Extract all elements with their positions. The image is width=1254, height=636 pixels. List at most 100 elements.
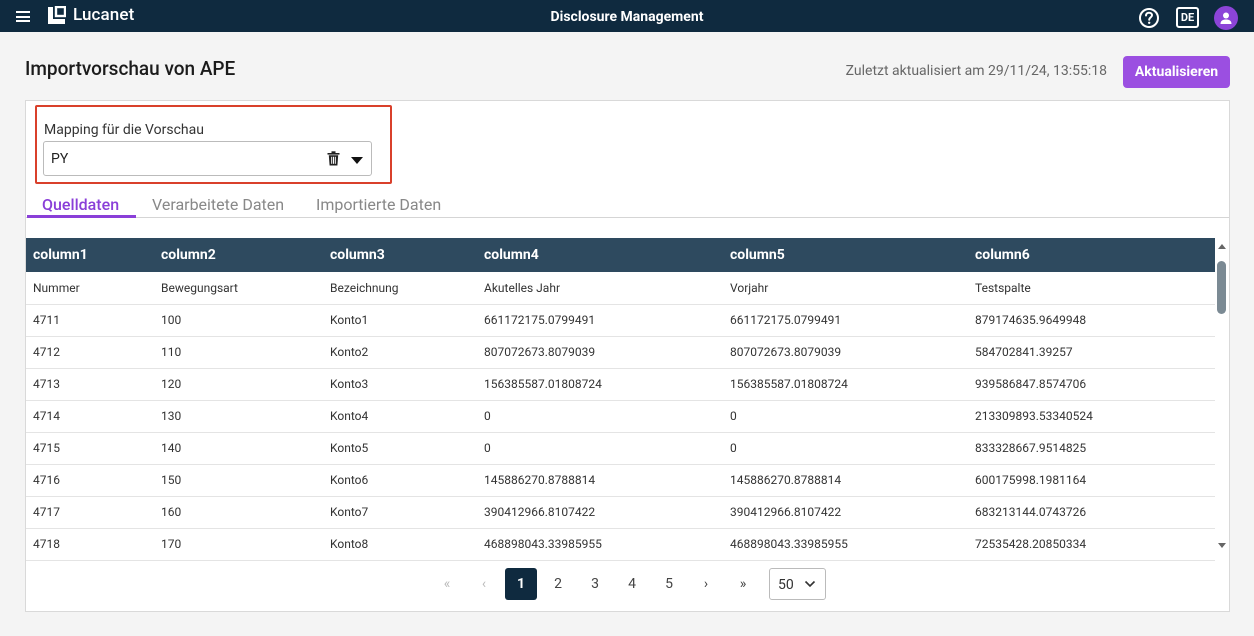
table-cell: Konto1 <box>323 304 477 337</box>
table-row[interactable]: 4717 160 Konto7 390412966.8107422 390412966.… <box>26 496 1215 529</box>
last-updated-text: Zuletzt aktualisiert am 29/11/24, 13:55:… <box>845 63 1107 79</box>
table-cell: 0 <box>723 400 968 433</box>
table-row[interactable]: 4711 100 Konto1 661172175.0799491 661172175.… <box>26 304 1215 337</box>
table-row[interactable]: 4713 120 Konto3 156385587.01808724 156385587… <box>26 368 1215 401</box>
table-cell: 145886270.8788814 <box>723 464 968 497</box>
table-cell: 72535428.20850334 <box>968 528 1215 561</box>
table-row[interactable]: 4718 170 Konto8 468898043.33985955 468898043… <box>26 528 1215 561</box>
mapping-value: PY <box>51 151 69 167</box>
table-cell: 4714 <box>26 400 154 433</box>
tab-verarbeitete-daten[interactable]: Verarbeitete Daten <box>152 195 284 214</box>
table-cell: Testspalte <box>968 272 1215 305</box>
table-cell: 4713 <box>26 368 154 401</box>
mapping-select[interactable]: PY <box>43 141 372 176</box>
table-cell: 390412966.8107422 <box>477 496 723 529</box>
prev-page-button[interactable]: ‹ <box>468 568 500 600</box>
dropdown-caret-icon[interactable] <box>351 157 363 164</box>
table-cell: 683213144.0743726 <box>968 496 1215 529</box>
import-preview-card: Mapping für die Vorschau PY Quelldaten V… <box>25 100 1230 612</box>
user-avatar[interactable] <box>1214 6 1238 30</box>
table-cell: 807072673.8079039 <box>477 336 723 369</box>
table-cell: 0 <box>477 432 723 465</box>
next-page-button[interactable]: › <box>690 568 722 600</box>
page-title: Importvorschau von APE <box>25 57 236 80</box>
tab-quelldaten[interactable]: Quelldaten <box>42 195 119 214</box>
pagination: « ‹ 1 2 3 4 5 › » 50 <box>26 568 1229 602</box>
table-cell: 4712 <box>26 336 154 369</box>
chevron-down-icon <box>804 580 816 588</box>
data-table-container: column1 column2 column3 column4 column5 … <box>26 238 1215 561</box>
table-row[interactable]: 4715 140 Konto5 0 0 833328667.9514825 <box>26 432 1215 465</box>
table-row[interactable]: 4714 130 Konto4 0 0 213309893.53340524 <box>26 400 1215 433</box>
table-cell: Akutelles Jahr <box>477 272 723 305</box>
table-cell: Nummer <box>26 272 154 305</box>
table-header-row: column1 column2 column3 column4 column5 … <box>26 238 1215 272</box>
last-page-button[interactable]: » <box>727 568 759 600</box>
table-cell: 213309893.53340524 <box>968 400 1215 433</box>
table-cell: 4718 <box>26 528 154 561</box>
column-header[interactable]: column6 <box>968 238 1215 272</box>
page-button-4[interactable]: 4 <box>616 568 648 600</box>
table-cell: 879174635.9649948 <box>968 304 1215 337</box>
table-cell: 4711 <box>26 304 154 337</box>
table-cell: 130 <box>154 400 323 433</box>
table-row[interactable]: 4716 150 Konto6 145886270.8788814 145886270.… <box>26 464 1215 497</box>
table-cell: 156385587.01808724 <box>477 368 723 401</box>
table-cell: 468898043.33985955 <box>723 528 968 561</box>
table-cell: Konto5 <box>323 432 477 465</box>
page-size-value: 50 <box>778 577 794 593</box>
table-cell: 145886270.8788814 <box>477 464 723 497</box>
table-cell: 0 <box>723 432 968 465</box>
column-header[interactable]: column3 <box>323 238 477 272</box>
table-cell: 140 <box>154 432 323 465</box>
table-cell: 661172175.0799491 <box>723 304 968 337</box>
page-button-5[interactable]: 5 <box>653 568 685 600</box>
table-cell: 939586847.8574706 <box>968 368 1215 401</box>
table-cell: 600175998.1981164 <box>968 464 1215 497</box>
vertical-scrollbar[interactable] <box>1215 238 1229 554</box>
first-page-button[interactable]: « <box>431 568 463 600</box>
table-cell: 110 <box>154 336 323 369</box>
column-header[interactable]: column2 <box>154 238 323 272</box>
tab-importierte-daten[interactable]: Importierte Daten <box>316 195 441 214</box>
scrollbar-thumb[interactable] <box>1217 261 1226 314</box>
page-button-3[interactable]: 3 <box>579 568 611 600</box>
language-selector[interactable]: DE <box>1176 7 1199 28</box>
active-tab-indicator <box>27 215 136 218</box>
column-header[interactable]: column4 <box>477 238 723 272</box>
table-cell: 390412966.8107422 <box>723 496 968 529</box>
user-icon <box>1220 12 1232 24</box>
data-table: column1 column2 column3 column4 column5 … <box>26 238 1215 561</box>
trash-icon[interactable] <box>327 151 340 166</box>
page-size-select[interactable]: 50 <box>769 568 826 600</box>
table-cell: 120 <box>154 368 323 401</box>
table-cell: 150 <box>154 464 323 497</box>
table-cell: 4716 <box>26 464 154 497</box>
table-cell: Vorjahr <box>723 272 968 305</box>
table-cell: Konto4 <box>323 400 477 433</box>
table-row[interactable]: Nummer Bewegungsart Bezeichnung Akutelles J… <box>26 272 1215 305</box>
table-cell: 0 <box>477 400 723 433</box>
table-cell: 468898043.33985955 <box>477 528 723 561</box>
help-icon[interactable] <box>1138 7 1160 29</box>
table-cell: 170 <box>154 528 323 561</box>
column-header[interactable]: column1 <box>26 238 154 272</box>
table-cell: 833328667.9514825 <box>968 432 1215 465</box>
scroll-down-icon[interactable] <box>1218 543 1226 548</box>
table-cell: 160 <box>154 496 323 529</box>
table-cell: Bezeichnung <box>323 272 477 305</box>
top-bar: Lucanet Disclosure Management DE <box>0 0 1254 32</box>
refresh-button[interactable]: Aktualisieren <box>1123 56 1230 88</box>
table-cell: 807072673.8079039 <box>723 336 968 369</box>
column-header[interactable]: column5 <box>723 238 968 272</box>
table-cell: Konto7 <box>323 496 477 529</box>
tab-bar: Quelldaten Verarbeitete Daten Importiert… <box>26 191 1229 218</box>
table-cell: 156385587.01808724 <box>723 368 968 401</box>
table-row[interactable]: 4712 110 Konto2 807072673.8079039 807072673.… <box>26 336 1215 369</box>
scroll-up-icon[interactable] <box>1218 244 1226 249</box>
table-cell: Bewegungsart <box>154 272 323 305</box>
table-cell: Konto6 <box>323 464 477 497</box>
page-button-1[interactable]: 1 <box>505 568 537 600</box>
page-button-2[interactable]: 2 <box>542 568 574 600</box>
table-cell: Konto3 <box>323 368 477 401</box>
